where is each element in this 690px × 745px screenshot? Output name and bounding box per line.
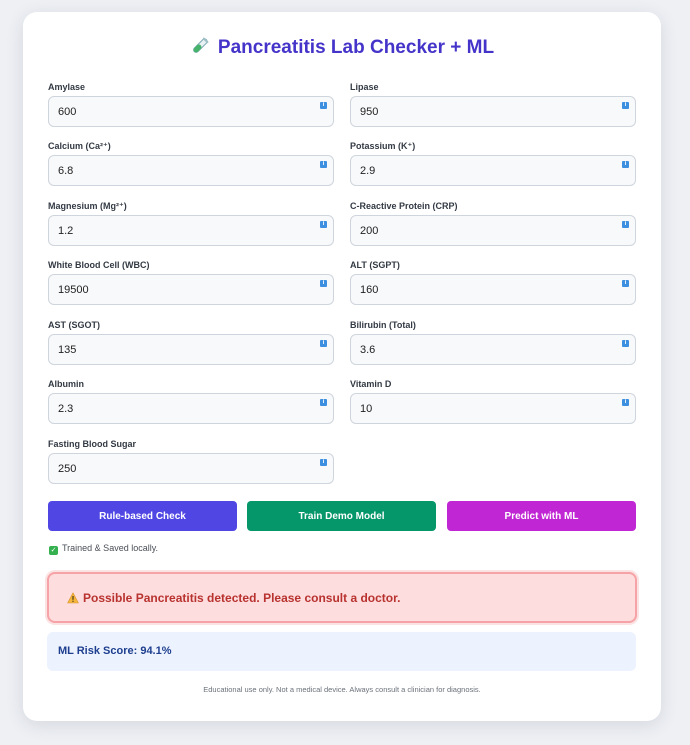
field-label: Amylase — [48, 82, 86, 92]
test-tube-icon — [193, 37, 209, 53]
field-bilirubin: Bilirubin (Total) i — [350, 319, 636, 365]
info-icon[interactable]: i — [622, 102, 629, 109]
field-vitamin-d: Vitamin D i — [350, 378, 636, 424]
page-title: Pancreatitis Lab Checker + ML — [23, 36, 661, 60]
amylase-input-box: i — [48, 96, 334, 127]
rule-based-check-button[interactable]: Rule-based Check — [48, 501, 237, 531]
bilirubin-input[interactable] — [351, 335, 635, 364]
ml-risk-score-text: ML Risk Score: 94.1% — [58, 645, 172, 657]
amylase-input[interactable] — [49, 97, 333, 126]
training-status-text: Trained & Saved locally. — [62, 543, 159, 553]
field-label: Bilirubin (Total) — [350, 320, 416, 330]
field-lipase: Lipase i — [350, 81, 636, 127]
predict-with-ml-button[interactable]: Predict with ML — [447, 501, 636, 531]
info-icon[interactable]: i — [320, 280, 327, 287]
ast-input[interactable] — [49, 335, 333, 364]
info-icon[interactable]: i — [622, 399, 629, 406]
wbc-input[interactable] — [49, 275, 333, 304]
field-wbc: White Blood Cell (WBC) i — [48, 259, 334, 305]
field-label: ALT (SGPT) — [350, 260, 400, 270]
info-icon[interactable]: i — [622, 221, 629, 228]
title-text: Pancreatitis Lab Checker + ML — [217, 37, 495, 58]
field-amylase: Amylase i — [48, 81, 334, 127]
ml-risk-score-panel: ML Risk Score: 94.1% — [47, 632, 636, 671]
lipase-input-box: i — [350, 96, 636, 127]
field-label: Vitamin D — [350, 379, 392, 389]
warning-icon — [67, 592, 79, 604]
field-label: Albumin — [48, 379, 84, 389]
field-albumin: Albumin i — [48, 378, 334, 424]
field-alt: ALT (SGPT) i — [350, 259, 636, 305]
bilirubin-input-box: i — [350, 334, 636, 365]
magnesium-input-box: i — [48, 215, 334, 246]
diagnosis-alert: Possible Pancreatitis detected. Please c… — [47, 572, 637, 623]
alert-text: Possible Pancreatitis detected. Please c… — [83, 591, 401, 605]
vitamin-d-input[interactable] — [351, 394, 635, 423]
field-label: White Blood Cell (WBC) — [48, 260, 150, 270]
calcium-input-box: i — [48, 155, 334, 186]
train-demo-model-button[interactable]: Train Demo Model — [247, 501, 436, 531]
training-status: ✓ Trained & Saved locally. — [49, 542, 159, 555]
magnesium-input[interactable] — [49, 216, 333, 245]
field-label: AST (SGOT) — [48, 320, 100, 330]
vitamin-d-input-box: i — [350, 393, 636, 424]
info-icon[interactable]: i — [622, 280, 629, 287]
field-label: Fasting Blood Sugar — [48, 439, 137, 449]
alt-input-box: i — [350, 274, 636, 305]
lipase-input[interactable] — [351, 97, 635, 126]
info-icon[interactable]: i — [320, 161, 327, 168]
app-card: Pancreatitis Lab Checker + ML Amylase i … — [23, 12, 661, 721]
info-icon[interactable]: i — [320, 221, 327, 228]
info-icon[interactable]: i — [622, 161, 629, 168]
potassium-input-box: i — [350, 155, 636, 186]
ast-input-box: i — [48, 334, 334, 365]
fasting-blood-sugar-input[interactable] — [49, 454, 333, 483]
potassium-input[interactable] — [351, 156, 635, 185]
disclaimer-footer: Educational use only. Not a medical devi… — [203, 685, 481, 694]
info-icon[interactable]: i — [320, 459, 327, 466]
info-icon[interactable]: i — [320, 340, 327, 347]
albumin-input-box: i — [48, 393, 334, 424]
field-crp: C-Reactive Protein (CRP) i — [350, 200, 636, 246]
info-icon[interactable]: i — [622, 340, 629, 347]
crp-input-box: i — [350, 215, 636, 246]
alt-input[interactable] — [351, 275, 635, 304]
field-fasting-blood-sugar: Fasting Blood Sugar i — [48, 438, 334, 484]
field-label: Potassium (K⁺) — [350, 141, 416, 151]
field-calcium: Calcium (Ca²⁺) i — [48, 140, 334, 186]
albumin-input[interactable] — [49, 394, 333, 423]
field-ast: AST (SGOT) i — [48, 319, 334, 365]
info-icon[interactable]: i — [320, 102, 327, 109]
field-label: Magnesium (Mg²⁺) — [48, 201, 127, 211]
field-label: Lipase — [350, 82, 379, 92]
crp-input[interactable] — [351, 216, 635, 245]
fasting-blood-sugar-input-box: i — [48, 453, 334, 484]
field-label: C-Reactive Protein (CRP) — [350, 201, 458, 211]
info-icon[interactable]: i — [320, 399, 327, 406]
calcium-input[interactable] — [49, 156, 333, 185]
check-mark-icon: ✓ — [49, 546, 58, 555]
field-label: Calcium (Ca²⁺) — [48, 141, 111, 151]
field-potassium: Potassium (K⁺) i — [350, 140, 636, 186]
field-magnesium: Magnesium (Mg²⁺) i — [48, 200, 334, 246]
wbc-input-box: i — [48, 274, 334, 305]
